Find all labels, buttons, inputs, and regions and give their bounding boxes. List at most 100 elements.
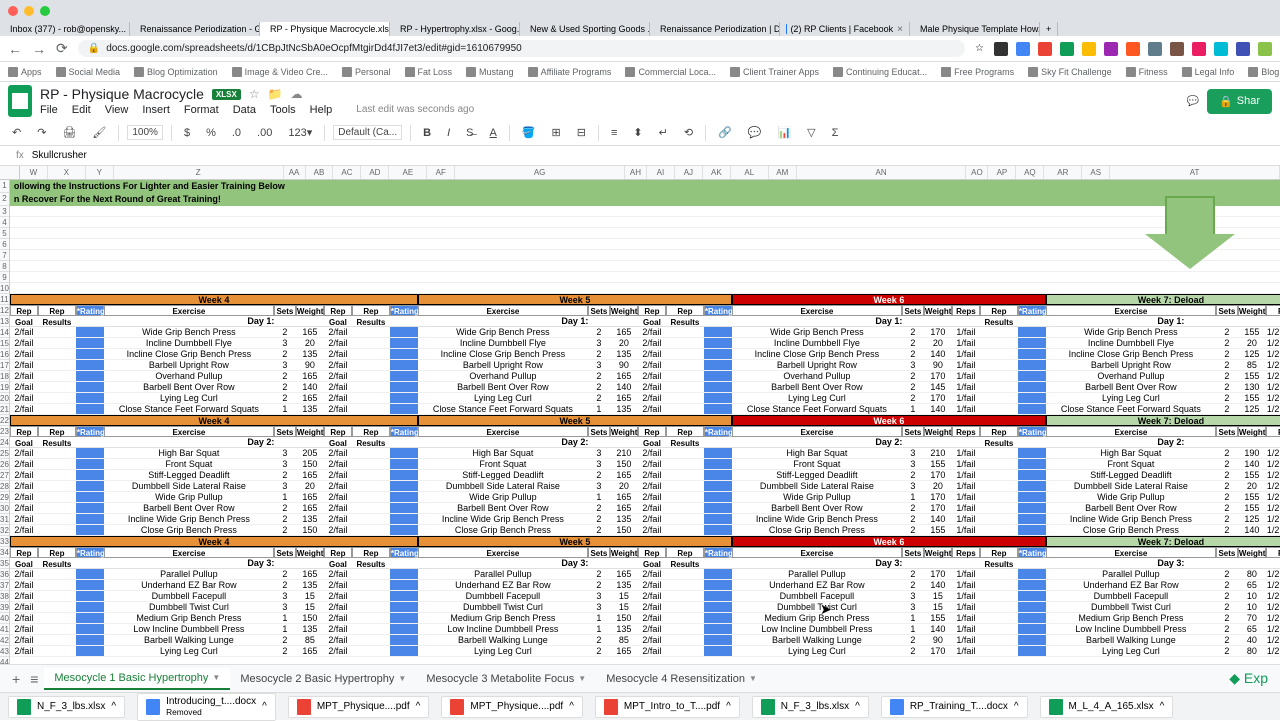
cell[interactable]: 20 (924, 338, 952, 349)
cell[interactable] (76, 338, 104, 349)
cell[interactable] (352, 338, 390, 349)
font-select[interactable]: Default (Ca... (333, 125, 402, 140)
menu-insert[interactable]: Insert (142, 104, 170, 116)
cell[interactable]: 20 (1238, 481, 1266, 492)
bookmark[interactable]: Personal (342, 67, 391, 77)
cell[interactable]: 2 (1216, 371, 1238, 382)
col-header[interactable]: AK (703, 166, 731, 179)
cell[interactable]: 1/2 rep (1266, 514, 1280, 525)
cell[interactable]: 1/fail (952, 646, 980, 657)
cell[interactable]: 205 (296, 448, 324, 459)
cell[interactable]: 1/2 rep (1266, 525, 1280, 536)
cell[interactable]: 1/fail (952, 404, 980, 415)
cell[interactable]: Front Squat (418, 459, 588, 470)
merge[interactable]: ⊟ (573, 124, 590, 141)
row-header[interactable]: 34 (0, 547, 9, 558)
cell[interactable] (1018, 514, 1046, 525)
cell[interactable]: 3 (274, 602, 296, 613)
cell[interactable]: 2/fail (638, 338, 666, 349)
cell[interactable]: 2 (902, 382, 924, 393)
cell[interactable]: 165 (610, 646, 638, 657)
exercise-row[interactable]: 2/failDumbbell Facepull3152/failDumbbell… (10, 591, 1280, 602)
cell[interactable]: 20 (296, 481, 324, 492)
cell[interactable]: 3 (588, 591, 610, 602)
ext-icon[interactable] (1170, 42, 1184, 56)
row-header[interactable]: 18 (0, 371, 9, 382)
chevron-down-icon[interactable]: ▼ (398, 674, 406, 683)
row-header[interactable]: 35 (0, 558, 9, 569)
cell[interactable]: 15 (610, 602, 638, 613)
cell[interactable] (980, 481, 1018, 492)
cell[interactable] (666, 470, 704, 481)
empty-cell[interactable] (10, 206, 1280, 217)
cell[interactable]: 1/fail (952, 525, 980, 536)
cell[interactable] (704, 591, 732, 602)
cell[interactable] (38, 569, 76, 580)
cell[interactable] (666, 613, 704, 624)
cell[interactable]: 165 (296, 470, 324, 481)
cell[interactable] (352, 349, 390, 360)
chevron-up-icon[interactable]: ^ (855, 701, 860, 712)
cell[interactable]: Incline Dumbbell Flye (418, 338, 588, 349)
exercise-row[interactable]: 2/failBarbell Upright Row3902/failBarbel… (10, 360, 1280, 371)
cell[interactable] (704, 569, 732, 580)
cell[interactable]: 125 (1238, 514, 1266, 525)
cell[interactable] (76, 613, 104, 624)
row-header[interactable]: 12 (0, 305, 9, 316)
cell[interactable]: 190 (1238, 448, 1266, 459)
cell[interactable]: 140 (1238, 525, 1266, 536)
menu-edit[interactable]: Edit (72, 104, 91, 116)
cell[interactable]: Barbell Bent Over Row (104, 503, 274, 514)
cell[interactable]: 10 (1238, 602, 1266, 613)
browser-tab[interactable]: Renaissance Periodization - G...× (130, 22, 260, 36)
cell[interactable]: 2 (274, 393, 296, 404)
cell[interactable]: 1/2 rep (1266, 591, 1280, 602)
browser-tab[interactable]: Renaissance Periodization | D...× (650, 22, 780, 36)
cell[interactable] (666, 503, 704, 514)
row-header[interactable]: 19 (0, 382, 9, 393)
cell[interactable] (1018, 624, 1046, 635)
download-item[interactable]: Introducing_t....docxRemoved^ (137, 693, 276, 721)
cell[interactable]: 1/2 rep (1266, 635, 1280, 646)
bookmark[interactable]: Apps (8, 67, 42, 77)
row-header[interactable]: 38 (0, 591, 9, 602)
cell[interactable]: Lying Leg Curl (732, 393, 902, 404)
bookmark[interactable]: Affiliate Programs (528, 67, 612, 77)
cell[interactable]: 20 (1238, 338, 1266, 349)
cell[interactable]: 2 (1216, 360, 1238, 371)
cell[interactable] (352, 404, 390, 415)
cell[interactable]: 2 (588, 514, 610, 525)
cell[interactable]: 2/fail (638, 635, 666, 646)
cell[interactable]: 140 (924, 404, 952, 415)
cell[interactable]: 2 (588, 569, 610, 580)
row-header[interactable]: 43 (0, 646, 9, 657)
row-header[interactable]: 22 (0, 415, 9, 426)
ext-icon[interactable] (1148, 42, 1162, 56)
cell[interactable]: 2 (588, 382, 610, 393)
cell[interactable] (666, 635, 704, 646)
cell[interactable]: 2 (274, 580, 296, 591)
cell[interactable]: Wide Grip Pullup (1046, 492, 1216, 503)
bookmark[interactable]: Continuing Educat... (833, 67, 927, 77)
col-header[interactable]: AQ (1016, 166, 1044, 179)
col-header[interactable]: AL (731, 166, 769, 179)
cell[interactable]: 2/fail (10, 382, 38, 393)
cell[interactable] (352, 646, 390, 657)
cell[interactable]: 1/2 rep (1266, 613, 1280, 624)
cell[interactable]: 2 (1216, 569, 1238, 580)
cell[interactable]: 1 (588, 613, 610, 624)
cell[interactable]: Dumbbell Side Lateral Raise (732, 481, 902, 492)
cell[interactable]: Low Incline Dumbbell Press (104, 624, 274, 635)
cell[interactable]: 165 (296, 393, 324, 404)
cell[interactable]: Underhand EZ Bar Row (104, 580, 274, 591)
cell[interactable]: 1/2 rep (1266, 646, 1280, 657)
cell[interactable]: 15 (296, 602, 324, 613)
cell[interactable]: 1/2 rep (1266, 349, 1280, 360)
cell[interactable]: 3 (588, 338, 610, 349)
cell[interactable]: Barbell Walking Lunge (1046, 635, 1216, 646)
cell[interactable]: 170 (924, 492, 952, 503)
cell[interactable] (390, 503, 418, 514)
cell[interactable]: 125 (1238, 404, 1266, 415)
cell[interactable]: Dumbbell Facepull (1046, 591, 1216, 602)
cell[interactable]: 2 (588, 470, 610, 481)
